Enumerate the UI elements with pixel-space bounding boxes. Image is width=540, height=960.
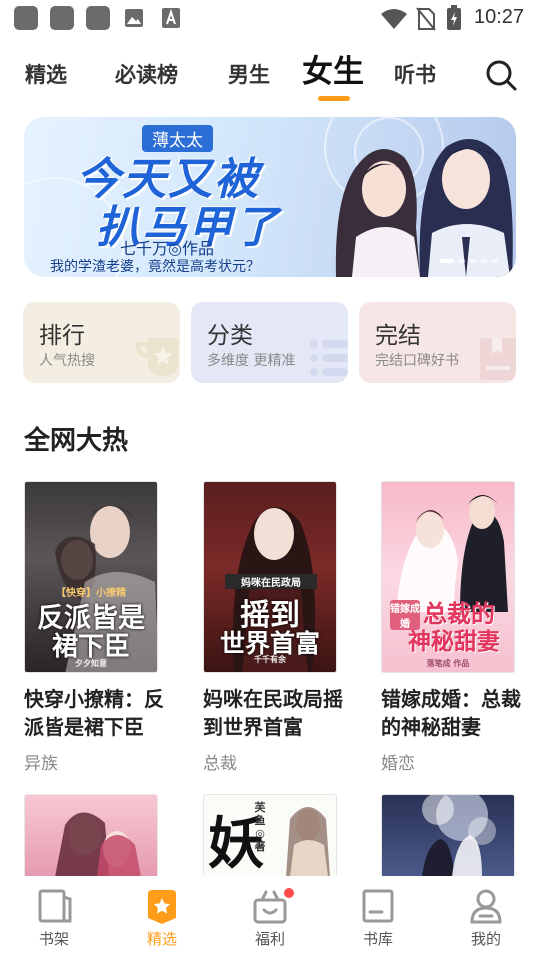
card-subtitle: 多维度 更精准 xyxy=(207,353,296,369)
book-cover[interactable] xyxy=(24,794,158,876)
trophy-icon xyxy=(135,338,178,376)
battery-icon xyxy=(447,5,461,30)
notification-icon xyxy=(86,6,110,30)
tab-male[interactable]: 男生 xyxy=(228,52,270,96)
notification-icon xyxy=(14,6,38,30)
category-card[interactable]: 分类 多维度 更精准 xyxy=(191,302,348,383)
nav-featured[interactable]: 精选 xyxy=(122,886,202,950)
book-title[interactable]: 妈咪在民政局摇到世界首富 xyxy=(203,685,343,741)
status-bar: 10:27 xyxy=(0,0,540,36)
book-title[interactable]: 快穿小撩精：反派皆是裙下臣 xyxy=(24,685,164,741)
pagination-dot xyxy=(440,259,454,263)
promo-banner[interactable]: 薄太太 今天又被 扒马甲了 七千万◎作品 我的学渣老婆，竟然是高考状元？ xyxy=(24,117,516,277)
image-icon xyxy=(125,9,143,27)
cover-author: 夕夕知意 xyxy=(75,658,107,668)
nav-label: 我的 xyxy=(470,930,501,948)
book-cover[interactable] xyxy=(381,794,515,876)
banner-illustration xyxy=(335,139,513,277)
nav-welfare[interactable]: 福利 xyxy=(230,886,310,950)
card-title: 排行 xyxy=(39,323,85,349)
tab-must-read[interactable]: 必读榜 xyxy=(115,52,178,96)
book-genre: 总裁 xyxy=(203,754,237,774)
book-icon xyxy=(480,338,516,380)
pagination-dot xyxy=(470,259,476,263)
tab-audiobook[interactable]: 听书 xyxy=(394,52,436,96)
notification-badge xyxy=(282,886,296,900)
banner-subtitle: 我的学渣老婆，竟然是高考状元？ xyxy=(50,259,260,275)
pagination-dot xyxy=(481,259,487,263)
bookshelf-icon xyxy=(38,889,72,923)
book-cover[interactable]: 妖 芙鱼◎著 xyxy=(203,794,337,876)
card-subtitle: 人气热搜 xyxy=(39,353,95,369)
no-sim-icon xyxy=(416,7,436,31)
tab-female[interactable]: 女生 xyxy=(302,46,364,90)
completed-card[interactable]: 完结 完结口碑好书 xyxy=(359,302,516,383)
book-cover[interactable]: 错嫁成婚 总裁的 神秘甜妻 落笔成 作品 xyxy=(381,481,515,673)
book-title[interactable]: 错嫁成婚：总裁的神秘甜妻 xyxy=(381,685,521,741)
tab-featured[interactable]: 精选 xyxy=(25,52,67,96)
clock: 10:27 xyxy=(474,6,525,28)
ranking-card[interactable]: 排行 人气热搜 xyxy=(23,302,180,383)
card-title: 分类 xyxy=(207,323,253,349)
font-icon xyxy=(162,8,180,28)
notification-icon xyxy=(50,6,74,30)
pagination-dot xyxy=(492,259,498,263)
library-icon xyxy=(362,889,394,923)
book-genre: 异族 xyxy=(24,754,58,774)
search-icon[interactable] xyxy=(484,58,518,92)
section-title: 全网大热 xyxy=(24,426,129,456)
nav-label: 书库 xyxy=(362,930,393,948)
card-subtitle: 完结口碑好书 xyxy=(375,353,459,369)
cover-author: 千千有余 xyxy=(254,654,286,664)
cover-title: 神秘甜妻 xyxy=(408,628,500,655)
book-cover[interactable]: 【快穿】小撩精 反派皆是 裙下臣 夕夕知意 xyxy=(24,481,158,673)
bottom-navigation: 书架 精选 福利 书库 我的 xyxy=(0,876,540,960)
list-icon xyxy=(310,340,348,376)
active-tab-indicator xyxy=(318,96,350,101)
cover-author: 芙鱼◎著 xyxy=(254,801,266,853)
wifi-icon xyxy=(381,9,407,29)
book-genre: 婚恋 xyxy=(381,754,415,774)
nav-label: 福利 xyxy=(254,930,285,948)
nav-bookshelf[interactable]: 书架 xyxy=(14,886,94,950)
cover-title: 妖 xyxy=(208,811,264,876)
card-title: 完结 xyxy=(375,323,421,349)
cover-author: 落笔成 作品 xyxy=(426,658,470,668)
profile-icon xyxy=(470,889,502,924)
nav-label: 书架 xyxy=(38,930,69,948)
book-cover[interactable]: 妈咪在民政局 摇到 世界首富 千千有余 xyxy=(203,481,337,673)
nav-library[interactable]: 书库 xyxy=(338,886,418,950)
featured-icon xyxy=(148,890,176,924)
category-tabs: 精选 必读榜 男生 女生 听书 xyxy=(0,52,540,102)
banner-pagination xyxy=(440,259,498,263)
nav-profile[interactable]: 我的 xyxy=(446,886,526,950)
pagination-dot xyxy=(459,259,465,263)
cover-subtitle: 妈咪在民政局 xyxy=(225,574,317,589)
nav-label: 精选 xyxy=(146,930,177,948)
